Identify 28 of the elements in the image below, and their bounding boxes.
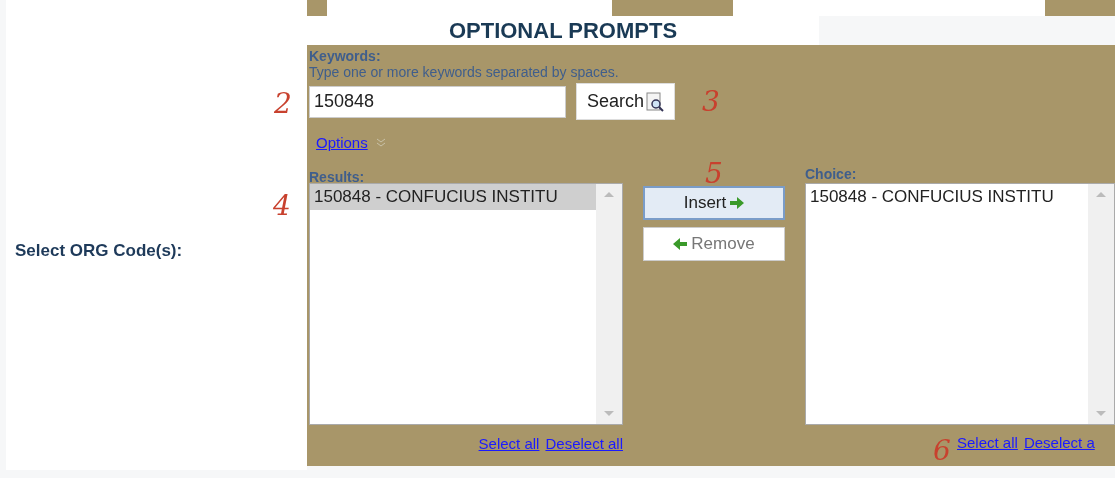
- keywords-hint: Type one or more keywords separated by spaces.: [309, 64, 620, 81]
- keywords-label: Keywords:: [309, 48, 382, 64]
- annotation-number: 3: [702, 88, 720, 116]
- list-box[interactable]: 150848 - CONFUCIUS INSTITU: [805, 182, 1115, 425]
- scroll-down-icon: [604, 410, 614, 416]
- keywords-input[interactable]: 150848: [309, 85, 566, 118]
- scrollbar[interactable]: [596, 183, 622, 424]
- choice-label: Choice:: [805, 165, 858, 182]
- left-arrow-icon: [673, 237, 688, 250]
- list-option[interactable]: 150848 - CONFUCIUS INSTITU: [310, 183, 596, 210]
- field-label: Select ORG Code(s):: [15, 240, 183, 263]
- list-box[interactable]: 150848 - CONFUCIUS INSTITU: [309, 182, 623, 425]
- search-button[interactable]: Search: [576, 83, 676, 120]
- remove-button[interactable]: Remove: [643, 226, 785, 261]
- search-icon: [646, 91, 665, 112]
- right-arrow-icon: [730, 196, 745, 209]
- results-label: Results:: [309, 168, 366, 185]
- insert-button[interactable]: Insert: [643, 185, 785, 220]
- annotation-number: 4: [273, 192, 291, 220]
- section-title: OPTIONAL PROMPTS: [448, 17, 678, 45]
- scroll-down-icon: [1096, 410, 1106, 416]
- annotation-number: 2: [274, 90, 292, 118]
- expand-chevron-icon[interactable]: [375, 138, 386, 149]
- annotation-number: 6: [933, 437, 951, 465]
- scroll-up-icon: [604, 191, 614, 197]
- annotation-number: 5: [705, 160, 723, 188]
- scroll-up-icon: [1096, 191, 1106, 197]
- scrollbar[interactable]: [1088, 183, 1114, 424]
